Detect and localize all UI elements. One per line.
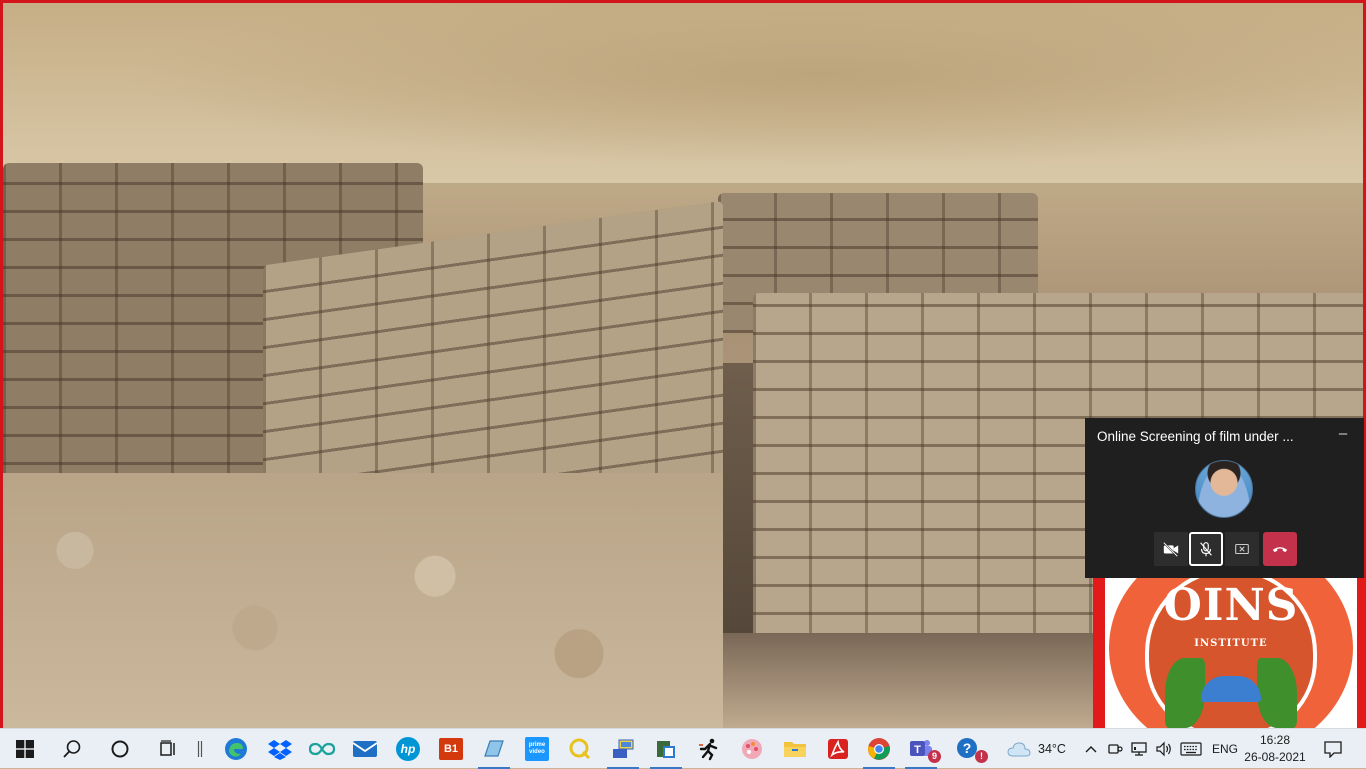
infinity-icon bbox=[309, 742, 335, 756]
search-button[interactable] bbox=[52, 729, 92, 769]
edge-icon bbox=[225, 738, 247, 760]
start-button[interactable] bbox=[6, 729, 44, 769]
prime-video-app[interactable]: prime video bbox=[515, 729, 559, 769]
chrome-icon bbox=[868, 738, 890, 760]
folder-icon bbox=[784, 742, 806, 757]
video-tile-border-right bbox=[1357, 578, 1366, 728]
hang-up-icon bbox=[1263, 532, 1297, 566]
file-explorer-app[interactable] bbox=[773, 729, 817, 769]
logo-book-icon bbox=[1201, 676, 1261, 702]
mail-icon bbox=[352, 741, 378, 757]
mic-off-icon bbox=[1189, 532, 1223, 566]
b1-app[interactable]: B1 bbox=[429, 729, 473, 769]
chrome-app[interactable] bbox=[857, 729, 901, 769]
quicklook-app[interactable] bbox=[558, 729, 602, 769]
weather-widget[interactable] bbox=[1004, 729, 1034, 769]
meeting-title: Online Screening of film under ... bbox=[1097, 429, 1294, 444]
cortana-button[interactable] bbox=[100, 729, 140, 769]
teams-badge: 9 bbox=[928, 750, 941, 763]
minimize-button[interactable]: – bbox=[1332, 424, 1354, 444]
b1-icon: B1 bbox=[439, 738, 463, 760]
task-view-icon bbox=[160, 740, 175, 756]
clock-date: 26-08-2021 bbox=[1244, 750, 1306, 764]
meet-now-button[interactable] bbox=[1104, 729, 1126, 769]
paint-icon bbox=[742, 739, 762, 759]
windows-icon bbox=[16, 740, 34, 758]
help-badge: ! bbox=[975, 750, 988, 763]
runner-icon bbox=[699, 738, 718, 761]
weather-cloud-icon bbox=[1007, 742, 1031, 757]
logo-leaf-left bbox=[1165, 658, 1205, 728]
mic-toggle-button[interactable] bbox=[1189, 532, 1223, 566]
network-tool-app[interactable] bbox=[601, 729, 645, 769]
rubble-area bbox=[3, 473, 723, 728]
notes-app[interactable] bbox=[472, 729, 516, 769]
teams-app[interactable]: T 9 bbox=[899, 729, 943, 769]
acrobat-icon bbox=[828, 739, 848, 759]
logo-subtext: INSTITUTE bbox=[1194, 638, 1268, 649]
speaker-icon bbox=[1156, 741, 1171, 757]
stop-sharing-button[interactable] bbox=[1225, 532, 1259, 566]
input-language[interactable]: ENG bbox=[1212, 729, 1238, 769]
dictionary-app[interactable] bbox=[644, 729, 688, 769]
chevron-up-icon bbox=[1085, 746, 1097, 753]
keyboard-icon bbox=[1180, 742, 1202, 756]
meet-now-icon bbox=[1108, 744, 1123, 754]
hang-up-button[interactable] bbox=[1263, 532, 1297, 566]
paint-app[interactable] bbox=[730, 729, 774, 769]
volume-button[interactable] bbox=[1152, 729, 1176, 769]
taskbar: hp B1 prime video T 9 ? ! 34°C ENG 16:28… bbox=[0, 728, 1366, 769]
ethernet-icon bbox=[1131, 742, 1147, 756]
dictionary-icon bbox=[657, 741, 675, 758]
show-hidden-icons-button[interactable] bbox=[1080, 729, 1102, 769]
ground-area bbox=[3, 3, 1363, 183]
weather-temp[interactable]: 34°C bbox=[1038, 729, 1066, 769]
q-icon bbox=[569, 738, 591, 760]
presenter-video-tile: OINS INSTITUTE bbox=[1105, 578, 1357, 728]
toolbar-separator bbox=[192, 729, 208, 769]
notes-icon bbox=[484, 740, 504, 757]
notification-icon bbox=[1324, 741, 1342, 758]
network-status-button[interactable] bbox=[1128, 729, 1152, 769]
clock-time: 16:28 bbox=[1259, 733, 1291, 747]
svg-text:?: ? bbox=[963, 740, 972, 756]
network-icon bbox=[613, 739, 634, 758]
hp-app[interactable]: hp bbox=[386, 729, 430, 769]
clock[interactable]: 16:28 26-08-2021 bbox=[1240, 732, 1310, 766]
pit-floor bbox=[723, 633, 1123, 728]
search-icon bbox=[63, 740, 81, 758]
logo-text: OINS bbox=[1163, 580, 1299, 631]
teams-mini-call-window[interactable]: Online Screening of film under ... – bbox=[1085, 418, 1364, 578]
svg-text:T: T bbox=[914, 744, 921, 756]
help-app[interactable]: ? ! bbox=[946, 729, 990, 769]
infinity-app[interactable] bbox=[300, 729, 344, 769]
prime-video-icon: prime video bbox=[525, 737, 549, 761]
camera-toggle-button[interactable] bbox=[1154, 532, 1188, 566]
mail-app[interactable] bbox=[343, 729, 387, 769]
hp-icon: hp bbox=[396, 737, 420, 761]
participant-avatar bbox=[1195, 460, 1253, 518]
acrobat-app[interactable] bbox=[816, 729, 860, 769]
touch-keyboard-button[interactable] bbox=[1178, 729, 1204, 769]
cortana-icon bbox=[111, 740, 129, 758]
logo-leaf-right bbox=[1257, 658, 1297, 728]
stop-share-icon bbox=[1225, 532, 1259, 566]
video-tile-border-left bbox=[1093, 578, 1105, 728]
camera-off-icon bbox=[1154, 532, 1188, 566]
dropbox-icon bbox=[268, 740, 292, 760]
edge-app[interactable] bbox=[214, 729, 258, 769]
notification-center-button[interactable] bbox=[1318, 729, 1348, 769]
dropbox-app[interactable] bbox=[258, 729, 302, 769]
task-view-button[interactable] bbox=[148, 729, 188, 769]
runner-app[interactable] bbox=[687, 729, 731, 769]
